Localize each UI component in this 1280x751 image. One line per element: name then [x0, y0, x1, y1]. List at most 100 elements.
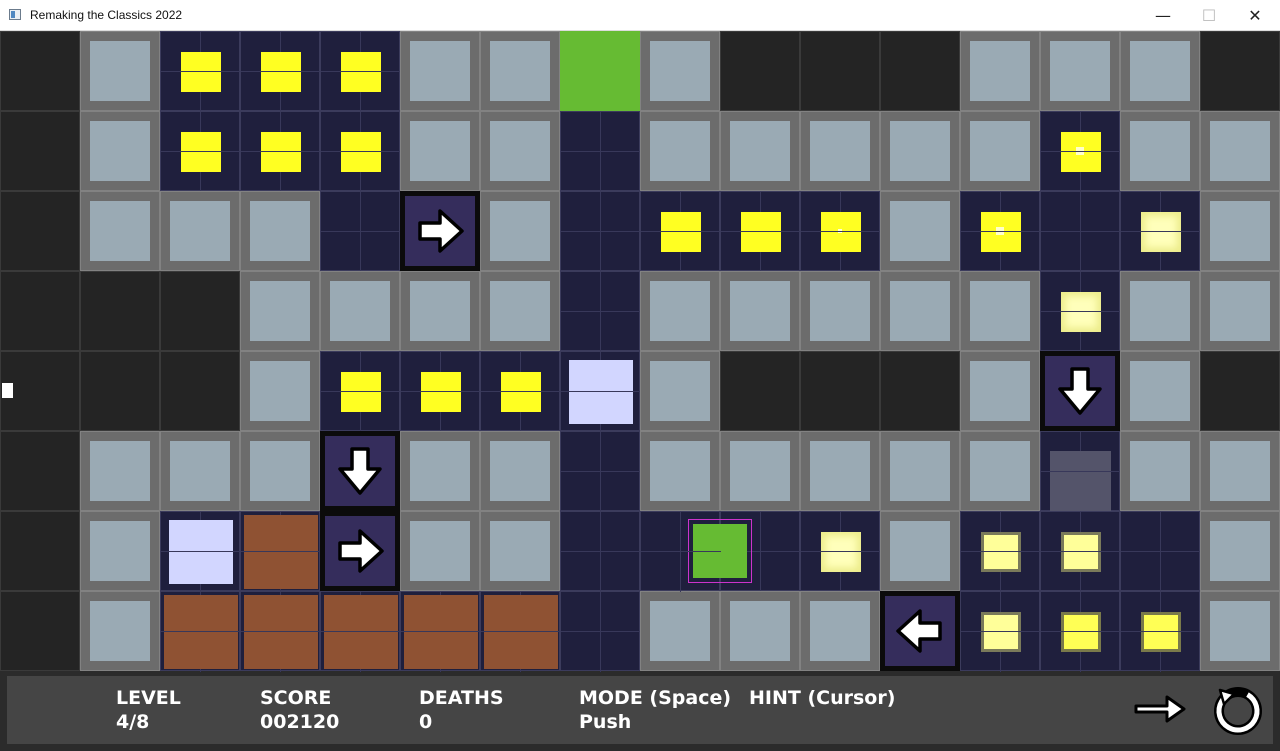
right-arrow-icon: [418, 209, 464, 253]
pellet: [981, 612, 1021, 652]
pellet: [821, 532, 861, 572]
wall-tile: [240, 351, 320, 431]
wall-tile: [960, 431, 1040, 511]
wall-tile: [1200, 111, 1280, 191]
hud-bar: LEVEL 4/8 SCORE 002120 DEATHS 0 MODE (Sp…: [7, 676, 1273, 744]
pellet: [341, 52, 381, 92]
pellet: [981, 212, 1021, 252]
wall-tile: [80, 511, 160, 591]
floor-tile: [560, 271, 641, 352]
empty-tile: [0, 31, 80, 111]
pellet: [981, 532, 1021, 572]
empty-tile: [880, 351, 960, 431]
title-bar: Remaking the Classics 2022 — ☐ ✕: [0, 0, 1280, 31]
wall-tile: [640, 591, 720, 671]
floor-tile: [640, 191, 721, 272]
floor-tile: [1040, 591, 1121, 672]
pellet: [341, 372, 381, 412]
wall-tile: [800, 111, 880, 191]
pellet: [1061, 132, 1101, 172]
wall-tile: [880, 271, 960, 351]
wall-tile: [1120, 31, 1200, 111]
wall-tile: [640, 31, 720, 111]
level-label: LEVEL: [116, 687, 181, 709]
next-level-arrow-icon[interactable]: [1133, 692, 1187, 726]
empty-tile: [80, 351, 160, 431]
brick-block: [484, 595, 558, 669]
pellet: [501, 372, 541, 412]
floor-tile: [560, 111, 641, 192]
wall-tile: [720, 591, 800, 671]
floor-tile: [240, 511, 321, 592]
wall-tile: [80, 191, 160, 271]
restart-icon[interactable]: [1212, 684, 1264, 736]
floor-tile: [320, 191, 401, 272]
floor-tile: [240, 31, 321, 112]
score-value: 002120: [260, 711, 340, 733]
wall-tile: [800, 591, 880, 671]
empty-tile: [880, 31, 960, 111]
maximize-button[interactable]: ☐: [1186, 0, 1232, 30]
edge-marker: [2, 383, 13, 398]
pellet: [1141, 212, 1181, 252]
pellet: [1061, 612, 1101, 652]
wall-tile: [400, 31, 480, 111]
player: [688, 519, 752, 583]
empty-tile: [0, 111, 80, 191]
window-title: Remaking the Classics 2022: [30, 8, 183, 22]
brick-block: [244, 515, 318, 589]
close-button[interactable]: ✕: [1232, 0, 1278, 30]
empty-tile: [1200, 31, 1280, 111]
mode-value: Push: [579, 711, 632, 733]
wall-tile: [160, 191, 240, 271]
wall-tile: [480, 511, 560, 591]
arrow-tile-down[interactable]: [1040, 351, 1120, 431]
wall-tile: [800, 271, 880, 351]
floor-tile: [1040, 511, 1121, 592]
wall-tile: [400, 271, 480, 351]
stone-block: [1050, 451, 1111, 512]
wall-tile: [480, 191, 560, 271]
empty-tile: [800, 31, 880, 111]
pellet: [261, 52, 301, 92]
floor-tile: [560, 351, 641, 432]
game-board[interactable]: [0, 31, 1280, 672]
empty-tile: [0, 271, 80, 351]
wall-tile: [1040, 31, 1120, 111]
pushable-block: [569, 360, 633, 424]
arrow-tile-left[interactable]: [880, 591, 960, 671]
wall-tile: [480, 31, 560, 111]
wall-tile: [400, 431, 480, 511]
wall-tile: [640, 431, 720, 511]
floor-tile: [160, 591, 241, 672]
wall-tile: [640, 111, 720, 191]
empty-tile: [80, 271, 160, 351]
empty-tile: [0, 191, 80, 271]
arrow-tile-down[interactable]: [320, 431, 400, 511]
deaths-value: 0: [419, 711, 433, 733]
pellet: [1061, 292, 1101, 332]
arrow-tile-right[interactable]: [320, 511, 400, 591]
arrow-tile-right[interactable]: [400, 191, 480, 271]
empty-tile: [1200, 351, 1280, 431]
floor-tile: [720, 191, 801, 272]
floor-tile: [1040, 271, 1121, 352]
floor-tile: [400, 591, 481, 672]
score-label: SCORE: [260, 687, 332, 709]
pellet: [181, 132, 221, 172]
floor-tile: [240, 591, 321, 672]
pellet: [1141, 612, 1181, 652]
wall-tile: [1200, 591, 1280, 671]
level-value: 4/8: [116, 711, 150, 733]
floor-tile: [1040, 431, 1121, 512]
pellet: [661, 212, 701, 252]
floor-tile: [560, 191, 641, 272]
pellet: [181, 52, 221, 92]
wall-tile: [1120, 111, 1200, 191]
wall-tile: [480, 431, 560, 511]
minimize-button[interactable]: —: [1140, 0, 1186, 30]
floor-tile: [960, 191, 1041, 272]
wall-tile: [880, 431, 960, 511]
wall-tile: [880, 511, 960, 591]
floor-tile: [1120, 191, 1201, 272]
